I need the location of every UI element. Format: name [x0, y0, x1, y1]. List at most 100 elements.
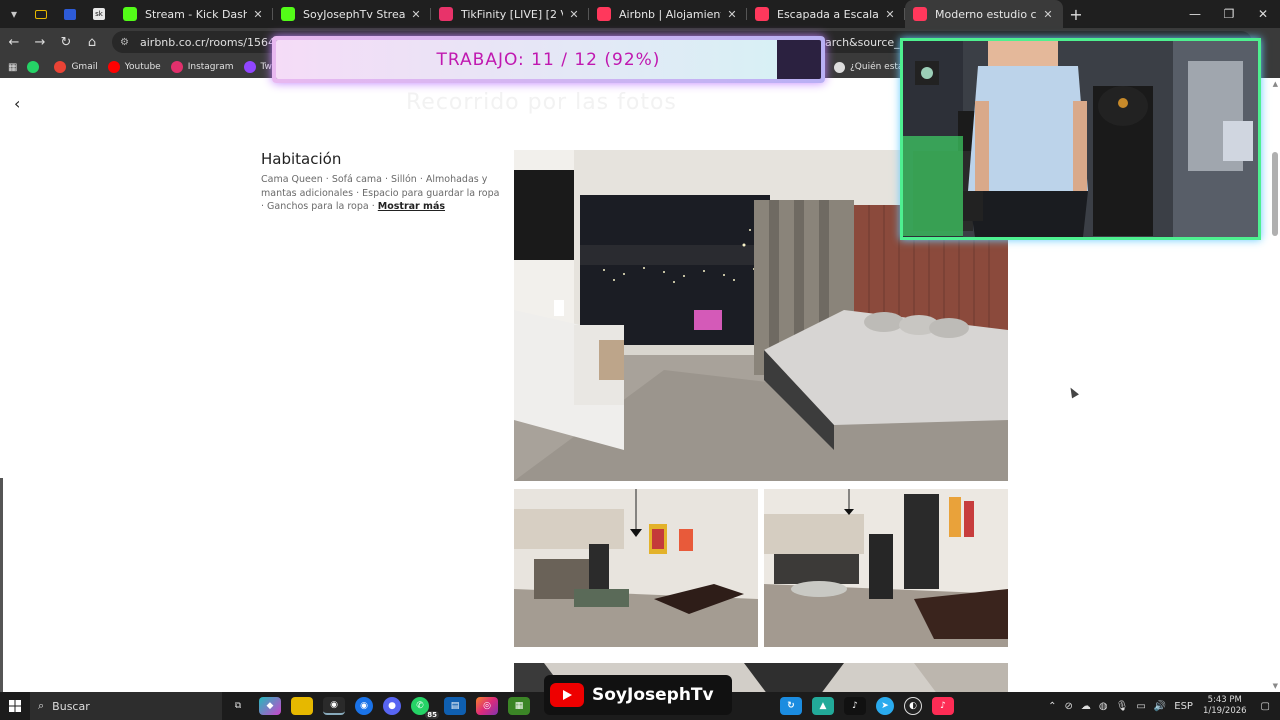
airbnb-icon [913, 7, 927, 21]
kick-icon [123, 7, 137, 21]
pinned-tab-2[interactable] [57, 3, 83, 25]
browser-tab[interactable]: Escapada a Escalante | Estudio ✕ [747, 0, 905, 28]
streaming-app-icon[interactable]: ▲ [812, 697, 834, 715]
tray-overflow-icon[interactable]: ⌃ [1048, 701, 1056, 712]
volume-icon[interactable]: 🔊 [1154, 701, 1166, 712]
minimize-button[interactable]: — [1178, 0, 1212, 28]
browser-tab[interactable]: SoyJosephTv Stream - Watch Li ✕ [273, 0, 431, 28]
obs-icon[interactable]: ◐ [904, 697, 922, 715]
tab-label: TikFinity [LIVE] [2 Viewers] [461, 7, 563, 21]
whatsapp-icon [27, 61, 40, 73]
tab-close-icon[interactable]: ✕ [409, 8, 423, 21]
browser-tab[interactable]: Airbnb | Alojamientos vacacion ✕ [589, 0, 747, 28]
browser-tab[interactable]: Moderno estudio con balcón - ✕ [905, 0, 1063, 28]
close-window-button[interactable]: ✕ [1246, 0, 1280, 28]
scroll-down-arrow-icon[interactable]: ▼ [1273, 682, 1278, 690]
browser-tab[interactable]: Stream - Kick Dashboard ✕ [115, 0, 273, 28]
search-icon: ⌕ [38, 699, 45, 712]
pinned-tab-1[interactable] [28, 3, 54, 25]
progress-track: TRABAJO: 11 / 12 (92%) [276, 40, 821, 79]
living-kitchen-photo-1[interactable] [514, 489, 758, 647]
tab-close-icon[interactable]: ✕ [883, 8, 897, 21]
language-indicator[interactable]: ESP [1174, 701, 1193, 712]
home-button[interactable]: ⌂ [80, 30, 104, 54]
pinned-tab-3[interactable]: sk [86, 3, 112, 25]
taskbar-search-label: Buscar [52, 699, 90, 713]
tab-close-icon[interactable]: ✕ [1041, 8, 1055, 21]
back-chevron-icon[interactable]: ‹ [14, 94, 20, 113]
cloud-icon[interactable]: ☁ [1081, 701, 1091, 712]
scroll-up-arrow-icon[interactable]: ▲ [1273, 80, 1278, 88]
back-button[interactable]: ← [2, 30, 26, 54]
browser-tab[interactable]: TikFinity [LIVE] [2 Viewers] ✕ [431, 0, 589, 28]
slack-like-icon: sk [93, 8, 105, 20]
bookmark-item[interactable] [27, 61, 44, 73]
start-button[interactable] [0, 692, 30, 720]
reload-button[interactable]: ↻ [54, 30, 78, 54]
page-scrollbar-thumb[interactable] [1272, 152, 1278, 236]
new-tab-button[interactable]: + [1063, 0, 1089, 28]
tray-app-icon-1[interactable]: ⊘ [1065, 701, 1073, 712]
network-icon[interactable]: ▭ [1136, 701, 1145, 712]
clock-date: 1/19/2026 [1202, 706, 1247, 716]
tab-close-icon[interactable]: ✕ [567, 8, 581, 21]
twitch-icon [243, 61, 256, 73]
system-tray: ⌃ ⊘ ☁ ◍ 🎙 ▭ 🔊 ESP 5:43 PM 1/19/2026 ▢ [1044, 692, 1280, 720]
tab-search-button[interactable]: ▾ [0, 0, 28, 28]
task-view-icon[interactable]: ⧉ [227, 697, 249, 715]
sync-app-icon[interactable]: ↻ [780, 697, 802, 715]
forward-button[interactable]: → [28, 30, 52, 54]
bookmark-label: Youtube [124, 62, 161, 72]
clock-time: 5:43 PM [1207, 695, 1242, 705]
room-section-title: Habitación [261, 150, 342, 168]
kick-icon [281, 7, 295, 21]
webcam-overlay [900, 38, 1261, 240]
calendar-icon[interactable]: ▤ [444, 697, 466, 715]
tiktok-studio-icon[interactable]: ♪ [844, 697, 866, 715]
chrome-profile-icon[interactable]: ◉ [355, 697, 373, 715]
clock[interactable]: 5:43 PM 1/19/2026 [1203, 695, 1247, 717]
threads-icon [834, 61, 845, 73]
living-kitchen-photo-2[interactable] [764, 489, 1008, 647]
airbnb-icon [597, 7, 611, 21]
airbnb-icon [755, 7, 769, 21]
copilot-icon[interactable]: ◆ [259, 697, 281, 715]
notification-icon[interactable]: ▢ [1261, 701, 1270, 712]
apps-grid-icon[interactable]: ▦ [8, 62, 17, 73]
bookmark-item[interactable]: Instagram [170, 61, 234, 73]
mouse-cursor-icon [1067, 385, 1079, 399]
tiktok-live-icon[interactable]: ♪ [932, 697, 954, 715]
minecraft-icon[interactable]: ▦ [508, 697, 530, 715]
bookmark-item[interactable]: Gmail [54, 61, 98, 73]
channel-banner: SoyJosephTv [544, 675, 732, 715]
tray-app-icon-2[interactable]: ◍ [1099, 701, 1108, 712]
whatsapp-icon[interactable]: ✆ 85 [411, 697, 439, 719]
arrow-right-icon: → [34, 34, 46, 50]
tab-label: Stream - Kick Dashboard [145, 7, 247, 21]
discord-icon[interactable]: ● [383, 697, 401, 715]
telegram-icon[interactable]: ➤ [876, 697, 894, 715]
microphone-icon[interactable]: 🎙 [1116, 701, 1129, 712]
file-explorer-icon[interactable] [291, 697, 313, 715]
work-progress-overlay: TRABAJO: 11 / 12 (92%) [272, 36, 825, 83]
chrome-icon[interactable]: ◉ [323, 697, 345, 715]
room-amenities-text: Cama Queen · Sofá cama · Sillón · Almoha… [261, 173, 501, 214]
show-more-link[interactable]: Mostrar más [378, 201, 445, 212]
tikfinity-icon [439, 7, 453, 21]
tab-strip: ▾ sk Stream - Kick Dashboard✕SoyJosephTv… [0, 0, 1280, 28]
tab-close-icon[interactable]: ✕ [251, 8, 265, 21]
youtube-logo-icon [550, 683, 584, 707]
tab-close-icon[interactable]: ✕ [725, 8, 739, 21]
faded-heading: Recorrido por las fotos [406, 90, 677, 115]
restore-button[interactable]: ❐ [1212, 0, 1246, 28]
taskbar-search[interactable]: ⌕ Buscar [30, 692, 222, 720]
tab-label: Moderno estudio con balcón - [935, 7, 1037, 21]
tab-label: Airbnb | Alojamientos vacacion [619, 7, 721, 21]
notification-badge: 85 [425, 711, 439, 719]
tab-label: SoyJosephTv Stream - Watch Li [303, 7, 405, 21]
arrow-left-icon: ← [8, 34, 20, 50]
instagram-app-icon[interactable]: ◎ [476, 697, 498, 715]
windows-logo-icon [9, 700, 21, 712]
instagram-icon [170, 61, 183, 73]
bookmark-item[interactable]: Youtube [107, 61, 161, 73]
